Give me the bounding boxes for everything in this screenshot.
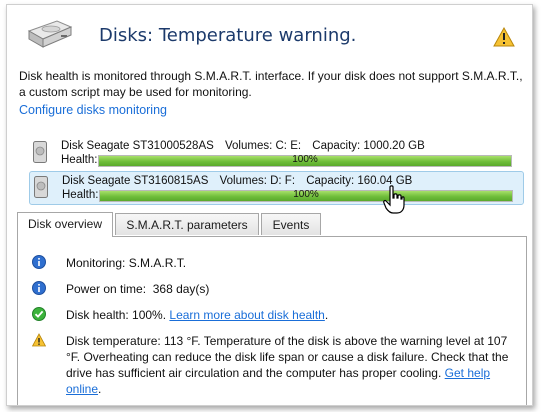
disk-row[interactable]: Disk Seagate ST31000528AS Volumes: C: E:…	[29, 137, 522, 169]
temperature-message: Disk temperature: 113 °F. Temperature of…	[66, 334, 509, 380]
health-label: Health:	[62, 189, 99, 201]
tab-events[interactable]: Events	[261, 213, 321, 235]
health-summary: Disk health: 100%.	[66, 308, 167, 322]
health-bar: 100%	[98, 154, 512, 167]
check-icon	[32, 307, 46, 321]
learn-more-health-link[interactable]: Learn more about disk health	[169, 308, 324, 322]
monitoring-text: Monitoring: S.M.A.R.T.	[66, 256, 187, 270]
disk-warning-window: Disks: Temperature warning. Disk health …	[6, 4, 533, 406]
disk-info: Disk Seagate ST3160815AS Volumes: D: F: …	[62, 174, 420, 188]
health-bar: 100%	[99, 189, 513, 202]
temperature-text: Disk temperature: 113 °F. Temperature of…	[66, 333, 516, 397]
health-label: Health:	[61, 154, 98, 166]
warning-icon	[493, 27, 515, 47]
info-icon	[32, 255, 46, 269]
disk-icon	[34, 176, 48, 198]
health-bar-text: 100%	[292, 154, 318, 165]
disk-capacity: Capacity: 1000.20 GB	[312, 140, 425, 152]
disk-icon	[33, 141, 47, 163]
disk-volumes: Volumes: C: E:	[225, 140, 302, 152]
health-text: Disk health: 100%. Learn more about disk…	[66, 307, 516, 323]
disk-name: Disk Seagate ST3160815AS	[62, 175, 209, 187]
power-on-value: 368 day(s)	[152, 282, 210, 296]
configure-disks-link[interactable]: Configure disks monitoring	[19, 103, 167, 117]
page-title: Disks: Temperature warning.	[99, 25, 357, 46]
description: Disk health is monitored through S.M.A.R…	[19, 69, 523, 99]
hand-cursor-icon	[383, 185, 405, 214]
power-on-label: Power on time:	[66, 282, 147, 296]
tab-smart-parameters[interactable]: S.M.A.R.T. parameters	[115, 213, 259, 235]
disk-overview-panel: Monitoring: S.M.A.R.T. Power on time: 36…	[17, 236, 527, 405]
power-on-text: Power on time: 368 day(s)	[66, 281, 516, 297]
warning-icon	[32, 333, 46, 347]
health-bar-text: 100%	[293, 189, 319, 200]
temperature-suffix: .	[98, 382, 102, 396]
health-suffix: .	[324, 308, 329, 322]
disk-row-selected[interactable]: Disk Seagate ST3160815AS Volumes: D: F: …	[29, 171, 524, 205]
disk-volumes: Volumes: D: F:	[219, 175, 296, 187]
header: Disks: Temperature warning.	[7, 5, 532, 61]
info-icon	[32, 281, 46, 295]
tab-disk-overview[interactable]: Disk overview	[17, 212, 113, 237]
disk-name: Disk Seagate ST31000528AS	[61, 140, 214, 152]
hard-drive-icon	[27, 20, 73, 48]
disk-info: Disk Seagate ST31000528AS Volumes: C: E:…	[61, 139, 433, 153]
